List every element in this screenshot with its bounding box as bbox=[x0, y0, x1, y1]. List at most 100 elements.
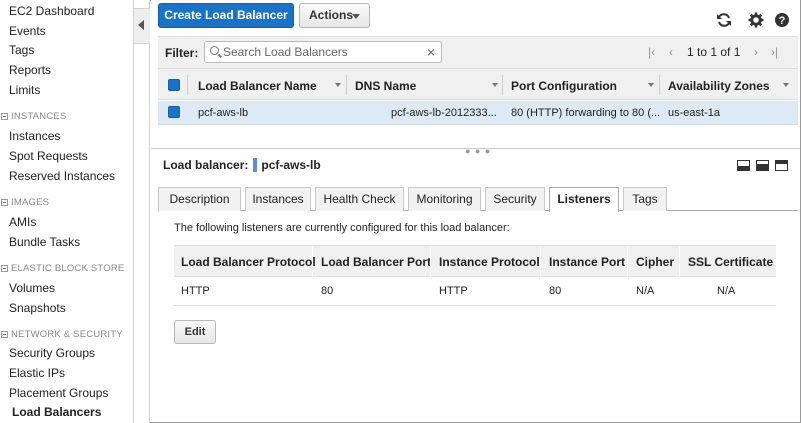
column-header: SSL Certificate bbox=[688, 255, 774, 269]
sidebar-item-instances[interactable]: Instances bbox=[9, 129, 60, 143]
sidebar-item-reports[interactable]: Reports bbox=[9, 63, 51, 77]
column-header-port[interactable]: Port Configuration bbox=[511, 79, 617, 93]
table-row: HTTP 80 HTTP 80 N/A N/A bbox=[174, 277, 776, 306]
last-page-icon[interactable]: ›| bbox=[771, 45, 778, 59]
search-input[interactable] bbox=[223, 44, 423, 60]
sidebar-section-network-security[interactable]: NETWORK & SECURITY bbox=[1, 329, 123, 340]
first-page-icon[interactable]: |‹ bbox=[648, 45, 655, 59]
detail-tabs: Description Instances Health Check Monit… bbox=[158, 187, 798, 212]
svg-text:?: ? bbox=[779, 15, 786, 27]
column-divider bbox=[502, 75, 503, 95]
sidebar-collapse-button[interactable] bbox=[134, 8, 150, 44]
caret-down-icon bbox=[352, 14, 360, 19]
cell-port: 80 (HTTP) forwarding to 80 (... bbox=[511, 107, 661, 119]
chevron-left-icon bbox=[138, 20, 144, 30]
column-header-dns[interactable]: DNS Name bbox=[355, 79, 416, 93]
tab-security[interactable]: Security bbox=[485, 187, 545, 211]
column-divider bbox=[627, 246, 628, 277]
column-header: Instance Port bbox=[549, 255, 626, 269]
table-cell: 80 bbox=[321, 285, 334, 297]
detail-lb-name: pcf-aws-lb bbox=[261, 158, 321, 172]
sort-icon[interactable] bbox=[648, 83, 654, 87]
table-cell: N/A bbox=[717, 285, 736, 297]
filter-bar: Filter: × |‹ ‹ 1 to 1 of 1 › ›| bbox=[158, 36, 798, 68]
column-divider bbox=[187, 75, 188, 95]
sidebar-item-tags[interactable]: Tags bbox=[9, 43, 34, 57]
pagination-text: 1 to 1 of 1 bbox=[687, 45, 741, 59]
sidebar-item-limits[interactable]: Limits bbox=[9, 83, 40, 97]
detail-label: Load balancer: bbox=[163, 158, 249, 172]
help-icon[interactable]: ? bbox=[774, 12, 790, 28]
layout-split-icon[interactable] bbox=[756, 160, 769, 171]
column-divider bbox=[430, 246, 431, 277]
column-divider bbox=[659, 75, 660, 95]
main-content: Create Load Balancer Actions ? Filter: S… bbox=[151, 0, 800, 423]
drag-handle-icon[interactable]: ● ● ● bbox=[465, 146, 491, 156]
sidebar: EC2 Dashboard Events Tags Reports Limits… bbox=[0, 0, 133, 423]
sidebar-item-load-balancers[interactable]: Load Balancers bbox=[12, 405, 101, 419]
collapse-icon bbox=[1, 198, 8, 206]
cell-dns: pcf-aws-lb-2012333... bbox=[391, 107, 497, 119]
sidebar-section-images[interactable]: IMAGES bbox=[1, 197, 49, 208]
tab-monitoring[interactable]: Monitoring bbox=[408, 187, 481, 211]
actions-dropdown-button[interactable]: Actions bbox=[299, 3, 370, 28]
select-all-checkbox[interactable] bbox=[168, 79, 180, 91]
sidebar-section-instances[interactable]: INSTANCES bbox=[1, 111, 66, 122]
next-page-icon[interactable]: › bbox=[754, 45, 758, 59]
sidebar-item-amis[interactable]: AMIs bbox=[9, 215, 36, 229]
column-header: Cipher bbox=[636, 255, 675, 269]
collapse-icon bbox=[1, 264, 8, 272]
sort-icon[interactable] bbox=[492, 83, 498, 87]
sort-icon[interactable] bbox=[335, 83, 341, 87]
sidebar-section-ebs[interactable]: ELASTIC BLOCK STORE bbox=[1, 263, 124, 274]
grid-header: Load Balancer Name DNS Name Port Configu… bbox=[158, 68, 798, 100]
tab-description[interactable]: Description bbox=[158, 187, 241, 211]
column-header: Load Balancer Protocol bbox=[181, 255, 316, 269]
sidebar-item-volumes[interactable]: Volumes bbox=[9, 281, 55, 295]
column-divider bbox=[312, 246, 313, 277]
collapse-icon bbox=[1, 112, 8, 120]
sidebar-item-spot-requests[interactable]: Spot Requests bbox=[9, 149, 88, 163]
sidebar-item-ec2-dashboard[interactable]: EC2 Dashboard bbox=[9, 4, 94, 18]
sidebar-item-elastic-ips[interactable]: Elastic IPs bbox=[9, 366, 65, 380]
tab-health-check[interactable]: Health Check bbox=[315, 187, 404, 211]
sidebar-collapse-strip bbox=[133, 0, 150, 423]
collapse-icon bbox=[1, 330, 8, 338]
layout-bottom-icon[interactable] bbox=[737, 160, 750, 171]
search-box[interactable]: × bbox=[204, 41, 442, 63]
table-cell: N/A bbox=[636, 285, 655, 297]
table-row[interactable]: pcf-aws-lb pcf-aws-lb-2012333... 80 (HTT… bbox=[158, 101, 798, 125]
table-cell: HTTP bbox=[181, 285, 210, 297]
sidebar-item-reserved-instances[interactable]: Reserved Instances bbox=[9, 169, 115, 183]
row-checkbox[interactable] bbox=[168, 106, 180, 118]
table-cell: 80 bbox=[549, 285, 562, 297]
sidebar-item-events[interactable]: Events bbox=[9, 24, 46, 38]
create-load-balancer-button[interactable]: Create Load Balancer bbox=[158, 3, 294, 28]
edit-button[interactable]: Edit bbox=[174, 320, 216, 344]
detail-marker bbox=[253, 158, 258, 172]
toolbar: Create Load Balancer Actions ? bbox=[151, 0, 800, 36]
cell-az: us-east-1a bbox=[668, 107, 720, 119]
column-header-name[interactable]: Load Balancer Name bbox=[198, 79, 317, 93]
prev-page-icon[interactable]: ‹ bbox=[669, 45, 673, 59]
column-header-az[interactable]: Availability Zones bbox=[668, 79, 770, 93]
close-icon[interactable]: × bbox=[427, 45, 435, 59]
gear-icon[interactable] bbox=[748, 12, 764, 28]
tab-listeners[interactable]: Listeners bbox=[549, 187, 619, 212]
sidebar-item-placement-groups[interactable]: Placement Groups bbox=[9, 386, 108, 400]
pane-splitter[interactable]: ● ● ● bbox=[151, 146, 800, 156]
tab-instances[interactable]: Instances bbox=[245, 187, 311, 211]
refresh-icon[interactable] bbox=[716, 12, 732, 28]
sort-icon[interactable] bbox=[783, 83, 789, 87]
search-icon bbox=[210, 46, 219, 55]
sidebar-item-security-groups[interactable]: Security Groups bbox=[9, 346, 95, 360]
column-divider bbox=[540, 246, 541, 277]
column-header: Load Balancer Port bbox=[321, 255, 432, 269]
detail-header: Load balancer: pcf-aws-lb bbox=[163, 158, 321, 172]
sidebar-item-bundle-tasks[interactable]: Bundle Tasks bbox=[9, 235, 80, 249]
listeners-intro-text: The following listeners are currently co… bbox=[174, 222, 510, 234]
sidebar-item-snapshots[interactable]: Snapshots bbox=[9, 301, 66, 315]
column-divider bbox=[679, 246, 680, 277]
tab-tags[interactable]: Tags bbox=[623, 187, 667, 211]
layout-top-icon[interactable] bbox=[775, 160, 788, 171]
